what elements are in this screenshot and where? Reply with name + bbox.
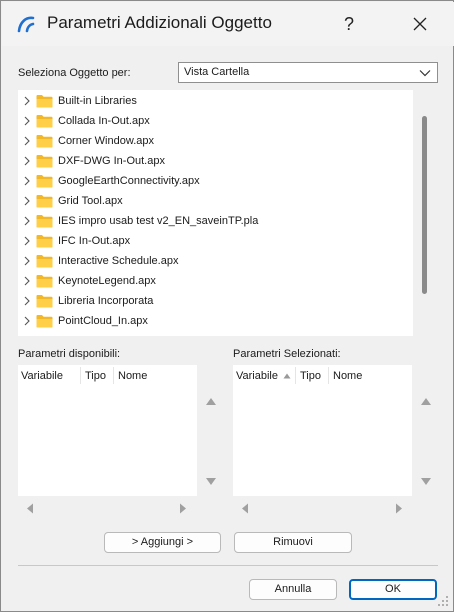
chevron-right-icon[interactable] xyxy=(23,156,31,166)
tree-item[interactable]: Built-in Libraries xyxy=(18,91,408,111)
tree-item-label: Grid Tool.apx xyxy=(58,195,123,207)
remove-button[interactable]: Rimuovi xyxy=(234,532,352,553)
folder-icon xyxy=(36,115,53,128)
dialog-window: Parametri Addizionali Oggetto ? Selezion… xyxy=(0,0,454,612)
tree-item[interactable]: Collada In-Out.apx xyxy=(18,111,408,131)
tree-item-label: IES impro usab test v2_EN_saveinTP.pla xyxy=(58,215,259,227)
tree-item[interactable]: IFC In-Out.apx xyxy=(18,231,408,251)
selected-params-list[interactable]: Variabile Tipo Nome xyxy=(233,365,412,496)
tree-item[interactable]: Corner Window.apx xyxy=(18,131,408,151)
selected-params-header: Variabile Tipo Nome xyxy=(233,365,412,385)
footer-separator xyxy=(18,565,438,566)
scroll-left-icon[interactable] xyxy=(241,503,249,514)
column-divider xyxy=(80,367,81,384)
scroll-up-icon[interactable] xyxy=(205,396,217,406)
chevron-right-icon[interactable] xyxy=(23,176,31,186)
selector-label: Seleziona Oggetto per: xyxy=(18,67,131,79)
chevron-right-icon[interactable] xyxy=(23,256,31,266)
tree-item-label: Collada In-Out.apx xyxy=(58,115,150,127)
tree-item-label: PointCloud_In.apx xyxy=(58,315,148,327)
tree-item-label: Corner Window.apx xyxy=(58,135,154,147)
selected-params-label: Parametri Selezionati: xyxy=(233,348,341,360)
folder-icon xyxy=(36,275,53,288)
chevron-right-icon[interactable] xyxy=(23,216,31,226)
tree-item-label: Libreria Incorporata xyxy=(58,295,154,307)
scroll-down-icon[interactable] xyxy=(420,477,432,487)
resize-grip-icon[interactable] xyxy=(437,595,449,607)
library-tree[interactable]: Built-in Libraries Collada In-Out.apx Corn… xyxy=(18,90,413,336)
chevron-right-icon[interactable] xyxy=(23,96,31,106)
folder-icon xyxy=(36,315,53,328)
folder-icon xyxy=(36,135,53,148)
scroll-right-icon[interactable] xyxy=(395,503,403,514)
object-view-dropdown[interactable]: Vista Cartella xyxy=(178,62,438,83)
tree-item[interactable]: DXF-DWG In-Out.apx xyxy=(18,151,408,171)
column-header-nome[interactable]: Nome xyxy=(333,370,362,382)
scroll-down-icon[interactable] xyxy=(205,477,217,487)
archicad-logo-icon xyxy=(17,16,35,33)
folder-icon xyxy=(36,195,53,208)
add-button[interactable]: > Aggiungi > xyxy=(104,532,221,553)
column-header-tipo[interactable]: Tipo xyxy=(85,370,106,382)
available-params-header: Variabile Tipo Nome xyxy=(18,365,197,385)
tree-item-label: DXF-DWG In-Out.apx xyxy=(58,155,165,167)
tree-item-label: Interactive Schedule.apx xyxy=(58,255,179,267)
chevron-right-icon[interactable] xyxy=(23,296,31,306)
tree-item-label: IFC In-Out.apx xyxy=(58,235,131,247)
sort-ascending-icon xyxy=(283,373,291,379)
available-params-label: Parametri disponibili: xyxy=(18,348,121,360)
column-divider xyxy=(328,367,329,384)
close-icon[interactable] xyxy=(400,8,440,40)
tree-item[interactable]: KeynoteLegend.apx xyxy=(18,271,408,291)
folder-icon xyxy=(36,175,53,188)
tree-item-label: KeynoteLegend.apx xyxy=(58,275,156,287)
column-header-variabile[interactable]: Variabile xyxy=(21,370,63,382)
tree-item[interactable]: Grid Tool.apx xyxy=(18,191,408,211)
folder-icon xyxy=(36,215,53,228)
column-divider xyxy=(295,367,296,384)
folder-icon xyxy=(36,235,53,248)
chevron-right-icon[interactable] xyxy=(23,116,31,126)
scroll-right-icon[interactable] xyxy=(179,503,187,514)
column-divider xyxy=(113,367,114,384)
ok-button[interactable]: OK xyxy=(349,579,437,600)
column-header-tipo[interactable]: Tipo xyxy=(300,370,321,382)
tree-item[interactable]: IES impro usab test v2_EN_saveinTP.pla xyxy=(18,211,408,231)
help-button[interactable]: ? xyxy=(332,8,366,40)
tree-item-label: GoogleEarthConnectivity.apx xyxy=(58,175,200,187)
chevron-right-icon[interactable] xyxy=(23,196,31,206)
tree-item[interactable]: Libreria Incorporata xyxy=(18,291,408,311)
tree-item[interactable]: PointCloud_In.apx xyxy=(18,311,408,331)
scroll-left-icon[interactable] xyxy=(26,503,34,514)
chevron-right-icon[interactable] xyxy=(23,136,31,146)
tree-item[interactable]: Interactive Schedule.apx xyxy=(18,251,408,271)
chevron-right-icon[interactable] xyxy=(23,316,31,326)
folder-icon xyxy=(36,95,53,108)
chevron-down-icon xyxy=(419,70,431,77)
tree-scrollbar-thumb[interactable] xyxy=(422,116,427,294)
column-header-nome[interactable]: Nome xyxy=(118,370,147,382)
available-params-list[interactable]: Variabile Tipo Nome xyxy=(18,365,197,496)
folder-icon xyxy=(36,295,53,308)
cancel-button[interactable]: Annulla xyxy=(249,579,337,600)
tree-item-label: Built-in Libraries xyxy=(58,95,137,107)
dialog-title: Parametri Addizionali Oggetto xyxy=(47,13,272,32)
folder-icon xyxy=(36,155,53,168)
dropdown-value: Vista Cartella xyxy=(184,66,250,78)
scroll-up-icon[interactable] xyxy=(420,396,432,406)
tree-item[interactable]: GoogleEarthConnectivity.apx xyxy=(18,171,408,191)
column-header-variabile[interactable]: Variabile xyxy=(236,370,278,382)
folder-icon xyxy=(36,255,53,268)
title-bar[interactable]: Parametri Addizionali Oggetto ? xyxy=(2,2,454,46)
chevron-right-icon[interactable] xyxy=(23,236,31,246)
chevron-right-icon[interactable] xyxy=(23,276,31,286)
